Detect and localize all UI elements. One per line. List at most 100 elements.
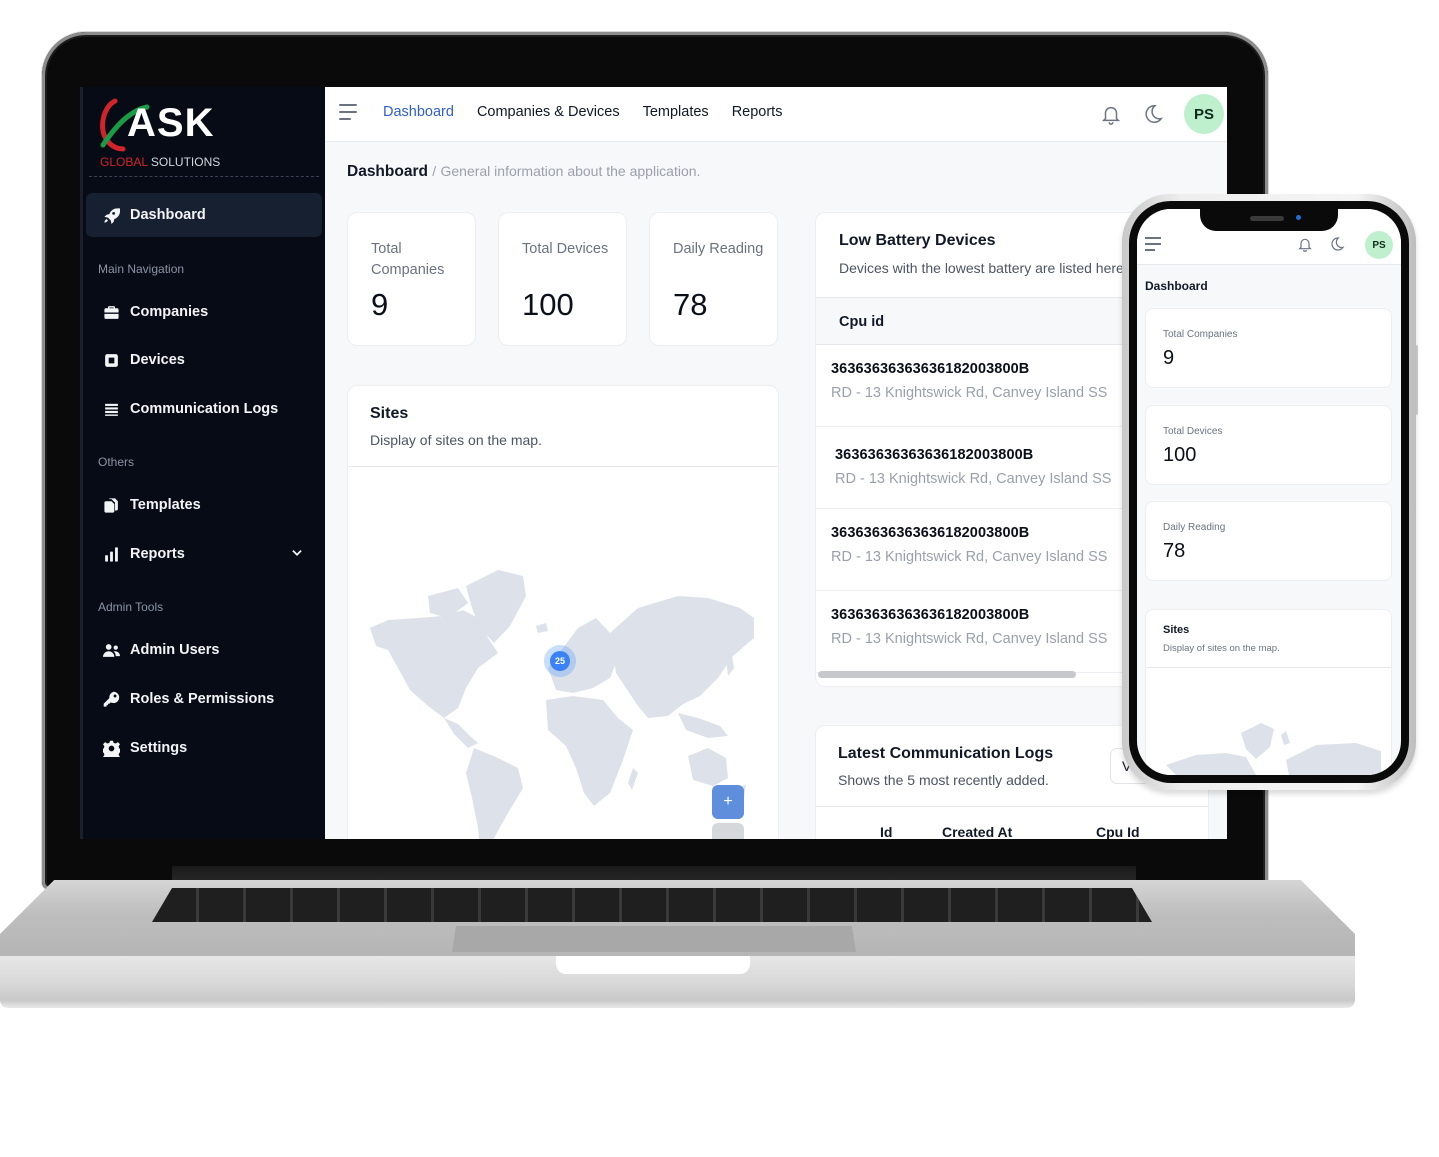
map-iceland [536,623,548,633]
sidebar-item-communication-logs[interactable]: Communication Logs [86,387,322,431]
sidebar-item-label: Dashboard [130,207,206,223]
top-navbar: Dashboard Companies & Devices Templates … [325,87,1227,142]
phone-speaker [1250,216,1284,221]
topnav-dashboard[interactable]: Dashboard [383,104,454,120]
map-zoom-in-button[interactable]: + [712,785,744,819]
map-southeast-asia [678,713,728,738]
sidebar-item-reports[interactable]: Reports [86,532,322,576]
map-cluster-marker[interactable]: 25 [544,645,576,677]
sidebar-item-templates[interactable]: Templates [86,483,322,527]
stat-label: Total Companies [371,241,445,278]
map-central-america [444,718,478,748]
card-divider [816,806,1208,807]
user-avatar[interactable]: PS [1184,94,1224,134]
sidebar-item-label: Roles & Permissions [130,691,275,707]
bell-icon[interactable] [1100,103,1122,125]
topnav-reports[interactable]: Reports [732,104,783,120]
sites-title: Sites [370,405,409,422]
column-header-cpu-id: Cpu Id [1096,824,1140,839]
sidebar-item-settings[interactable]: Settings [86,726,322,770]
phone-sites-title: Sites [1163,624,1190,636]
phone-camera [1296,215,1301,220]
laptop-keyboard [152,888,1152,922]
sites-card: Sites Display of sites on the map. 25 + [347,385,779,839]
sidebar-item-companies[interactable]: Companies [86,290,322,334]
map-south-america [466,748,523,839]
device-address: RD - 13 Knightswick Rd, Canvey Island SS [831,631,1108,647]
map-asia [610,596,754,718]
map-north-america [370,610,498,718]
device-address: RD - 13 Knightswick Rd, Canvey Island SS [831,385,1108,401]
gear-icon [102,739,120,757]
users-icon [102,641,120,659]
column-header-id: Id [880,824,893,839]
copy-icon [102,496,120,514]
stat-value: 78 [1163,540,1186,562]
sidebar: ASK GLOBAL SOLUTIONS Dashboard Main Navi… [80,87,325,839]
brand-name: ASK [127,101,215,145]
breadcrumb-separator: / [432,163,437,179]
laptop-notch [556,956,750,974]
stat-card-total-devices: Total Devices 100 [498,212,627,346]
page-description: General information about the applicatio… [440,163,701,179]
phone-moon-icon[interactable] [1329,236,1345,252]
phone-page-title: Dashboard [1145,279,1208,293]
world-map[interactable]: 25 + [348,468,778,839]
brand-logo[interactable]: ASK GLOBAL SOLUTIONS [97,97,317,175]
phone-user-avatar[interactable]: PS [1365,231,1393,259]
phone-stat-card-total-devices: Total Devices 100 [1145,405,1392,485]
phone-sites-subtitle: Display of sites on the map. [1163,643,1280,654]
chevron-down-icon[interactable] [290,546,304,560]
cpu-id: 36363636363636182003800B [831,607,1030,623]
phone-frame: PS Dashboard Total Companies 9 Total Dev… [1122,194,1416,790]
nav-section-others: Others [98,455,135,469]
sites-subtitle: Display of sites on the map. [370,432,542,448]
rocket-icon [102,206,120,224]
nav-section-main: Main Navigation [98,262,185,276]
sidebar-item-devices[interactable]: Devices [86,338,322,382]
horizontal-scrollbar[interactable] [818,671,1076,678]
phone-stat-card-daily-reading: Daily Reading 78 [1145,501,1392,581]
breadcrumb: Dashboard / General information about th… [347,163,700,181]
sidebar-item-label: Templates [130,497,201,513]
phone-sites-card: Sites Display of sites on the map. [1145,609,1392,775]
sidebar-item-roles-permissions[interactable]: Roles & Permissions [86,677,322,721]
stat-label: Daily Reading [673,241,764,257]
device-address: RD - 13 Knightswick Rd, Canvey Island SS [835,471,1112,487]
brand-tagline-rest: SOLUTIONS [147,155,221,169]
sidebar-item-label: Companies [130,304,209,320]
phone-screen: PS Dashboard Total Companies 9 Total Dev… [1137,209,1401,775]
phone-bell-icon[interactable] [1297,236,1313,252]
comm-logs-title: Latest Communication Logs [838,745,1054,762]
stat-label: Total Devices [1163,426,1223,437]
moon-icon[interactable] [1142,103,1164,125]
map-africa [546,696,633,806]
brand-tagline: GLOBAL SOLUTIONS [100,155,220,169]
map-zoom-out-button[interactable] [712,823,744,839]
topnav-companies-devices[interactable]: Companies & Devices [477,104,620,120]
map-cluster-count: 25 [550,651,570,671]
phone-hamburger-menu-icon[interactable] [1145,237,1161,255]
page-title: Dashboard [347,163,428,180]
comm-logs-subtitle: Shows the 5 most recently added. [838,772,1049,788]
chip-icon [102,351,120,369]
laptop-trackpad [452,926,856,952]
stat-value: 100 [522,287,574,322]
phone-world-map[interactable] [1166,715,1386,775]
cpu-id: 36363636363636182003800B [831,361,1030,377]
card-divider [1146,667,1391,668]
stat-card-total-companies: Total Companies 9 [347,212,476,346]
column-header-cpu-id: Cpu id [839,314,885,330]
brand-tagline-red: GLOBAL [100,155,148,169]
low-battery-subtitle: Devices with the lowest battery are list… [839,260,1124,276]
hamburger-menu-icon[interactable] [339,104,359,122]
topnav-templates[interactable]: Templates [643,104,709,120]
sidebar-item-dashboard[interactable]: Dashboard [86,193,322,237]
stat-value: 78 [673,287,708,322]
sidebar-item-admin-users[interactable]: Admin Users [86,628,322,672]
phone-stat-card-total-companies: Total Companies 9 [1145,308,1392,388]
stat-value: 9 [371,287,389,322]
stat-card-daily-reading: Daily Reading 78 [649,212,778,346]
cpu-id: 36363636363636182003800B [835,447,1034,463]
sidebar-item-label: Communication Logs [130,401,279,417]
